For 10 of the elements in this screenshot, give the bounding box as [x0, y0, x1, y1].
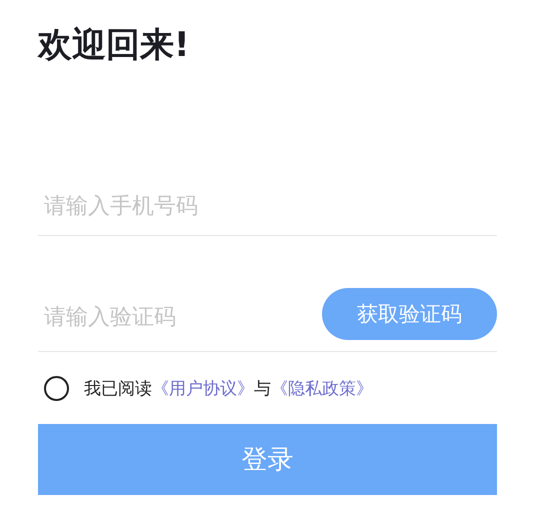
conjunction-text: 与	[254, 378, 271, 400]
privacy-policy-link[interactable]: 《隐私政策》	[271, 376, 373, 400]
code-input[interactable]: 请输入验证码	[38, 297, 322, 337]
phone-input[interactable]: 请输入手机号码	[38, 186, 497, 226]
page-title: 欢迎回来!	[38, 24, 191, 67]
get-code-button[interactable]: 获取验证码	[322, 288, 497, 340]
agreement-text: 我已阅读	[84, 378, 152, 400]
login-button[interactable]: 登录	[38, 424, 497, 495]
user-agreement-link[interactable]: 《用户协议》	[152, 376, 254, 400]
agree-checkbox[interactable]	[44, 376, 69, 400]
